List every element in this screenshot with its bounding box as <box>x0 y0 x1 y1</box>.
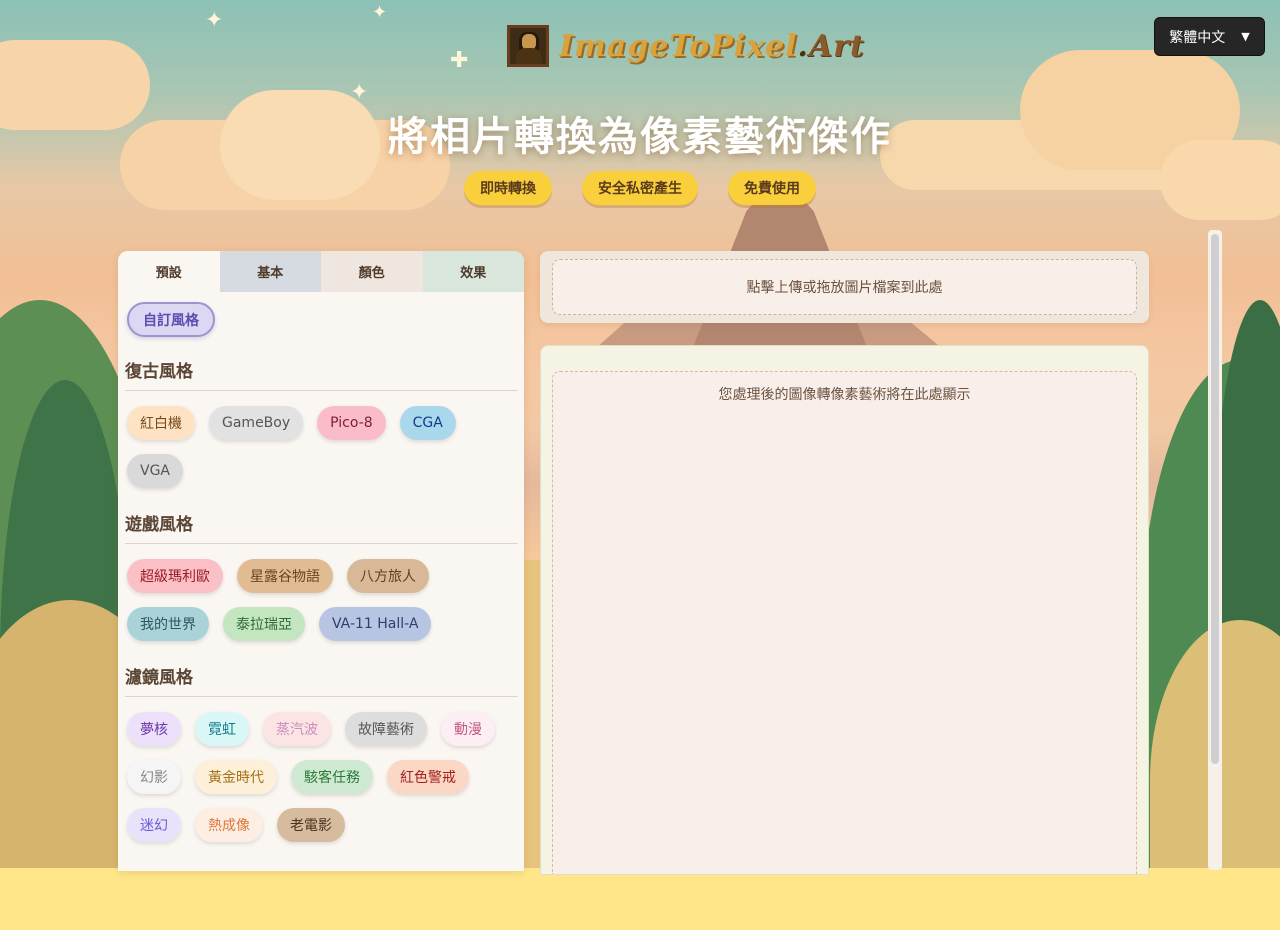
preset-chip[interactable]: 紅白機 <box>127 406 195 440</box>
preset-chip[interactable]: 泰拉瑞亞 <box>223 607 305 641</box>
feature-pills: 即時轉換 安全私密產生 免費使用 <box>0 171 1280 205</box>
upload-card: 點擊上傳或拖放圖片檔案到此處 <box>540 251 1149 323</box>
preset-chip[interactable]: 老電影 <box>277 808 345 842</box>
sparkle-icon: ✦ <box>372 2 388 23</box>
preset-chip[interactable]: 霓虹 <box>195 712 249 746</box>
preset-chip[interactable]: 駭客任務 <box>291 760 373 794</box>
output-placeholder: 您處理後的圖像轉像素藝術將在此處顯示 <box>718 387 971 403</box>
brand-name: ImageToPixel.Art <box>559 28 865 64</box>
preset-section-game: 遊戲風格超級瑪利歐 星露谷物語 八方旅人我的世界 泰拉瑞亞 VA-11 Hall-A <box>125 510 518 641</box>
preset-chip-list: 夢核 霓虹 蒸汽波 故障藝術 動漫幻影 黃金時代 駭客任務 紅色警戒迷幻 熱成像 老電影 <box>125 697 518 842</box>
section-title: 濾鏡風格 <box>125 663 518 697</box>
preset-chip[interactable]: 動漫 <box>441 712 495 746</box>
preset-chip[interactable]: VGA <box>127 454 184 488</box>
language-label: 繁體中文 <box>1169 29 1226 46</box>
page-title: 將相片轉換為像素藝術傑作 <box>388 114 892 160</box>
feature-pill: 即時轉換 <box>464 171 552 205</box>
tab-presets[interactable]: 預設 <box>118 251 220 292</box>
tab-effects[interactable]: 效果 <box>422 251 524 292</box>
section-title: 復古風格 <box>125 357 518 391</box>
upload-prompt: 點擊上傳或拖放圖片檔案到此處 <box>746 280 943 296</box>
page-scrollbar[interactable] <box>1208 230 1222 870</box>
preset-chip[interactable]: 八方旅人 <box>347 559 429 593</box>
chevron-down-icon: ▼ <box>1241 30 1250 43</box>
scrollbar-thumb[interactable] <box>1211 234 1219 764</box>
preset-chip[interactable]: CGA <box>399 406 456 440</box>
preset-sections: 復古風格 紅白機 GameBoy Pico-8 CGA VGA 遊戲風格 超級瑪利歐 星露谷物語… <box>125 357 518 842</box>
preset-chip[interactable]: 星露谷物語 <box>237 559 333 593</box>
output-preview: 您處理後的圖像轉像素藝術將在此處顯示 <box>552 371 1137 874</box>
sparkle-icon: ✚ <box>450 48 469 73</box>
output-card: 您處理後的圖像轉像素藝術將在此處顯示 <box>540 345 1149 875</box>
preset-section-retro: 復古風格紅白機 GameBoy Pico-8 CGA VGA <box>125 357 518 488</box>
settings-tabs: 預設 基本 顏色 效果 <box>118 251 524 292</box>
brand[interactable]: ImageToPixel.Art <box>507 24 865 68</box>
feature-pill: 免費使用 <box>728 171 816 205</box>
section-title: 遊戲風格 <box>125 510 518 544</box>
preset-chip[interactable]: Pico-8 <box>317 406 386 440</box>
preset-chip[interactable]: 黃金時代 <box>195 760 277 794</box>
sparkle-icon: ✦ <box>350 80 369 105</box>
preset-chip[interactable]: 超級瑪利歐 <box>127 559 223 593</box>
preset-chip[interactable]: GameBoy <box>209 406 304 440</box>
preset-section-filter: 濾鏡風格夢核 霓虹 蒸汽波 故障藝術 動漫幻影 黃金時代 駭客任務 紅色警戒迷幻 熱成像 老電影 <box>125 663 518 842</box>
custom-style-button[interactable]: 自訂風格 <box>127 302 215 337</box>
preset-chip[interactable]: 蒸汽波 <box>263 712 331 746</box>
preset-chip[interactable]: 我的世界 <box>127 607 209 641</box>
upload-dropzone[interactable]: 點擊上傳或拖放圖片檔案到此處 <box>552 259 1137 315</box>
settings-panel: 預設 基本 顏色 效果 自訂風格 復古風格紅白機 GameBoy Pico-8 CGA… <box>118 251 524 871</box>
preset-chip[interactable]: 紅色警戒 <box>387 760 469 794</box>
preset-chip[interactable]: 熱成像 <box>195 808 263 842</box>
preset-chip[interactable]: VA-11 Hall-A <box>319 607 432 641</box>
tab-basic[interactable]: 基本 <box>219 251 321 292</box>
preset-chip-list: 超級瑪利歐 星露谷物語 八方旅人我的世界 泰拉瑞亞 VA-11 Hall-A <box>125 544 518 641</box>
language-selector[interactable]: 繁體中文 ▼ <box>1154 17 1265 56</box>
preset-chip[interactable]: 故障藝術 <box>345 712 427 746</box>
mona-lisa-icon <box>507 25 549 67</box>
ground <box>0 868 1280 930</box>
preset-chip[interactable]: 迷幻 <box>127 808 181 842</box>
feature-pill: 安全私密產生 <box>582 171 698 205</box>
preset-chip-list: 紅白機 GameBoy Pico-8 CGA VGA <box>125 391 518 488</box>
preset-chip[interactable]: 幻影 <box>127 760 181 794</box>
tab-color[interactable]: 顏色 <box>321 251 423 292</box>
presets-body: 自訂風格 復古風格 紅白機 GameBoy Pico-8 CGA VGA 遊戲風格 超級瑪利歐… <box>118 292 524 842</box>
sparkle-icon: ✦ <box>205 8 224 33</box>
preset-chip[interactable]: 夢核 <box>127 712 181 746</box>
